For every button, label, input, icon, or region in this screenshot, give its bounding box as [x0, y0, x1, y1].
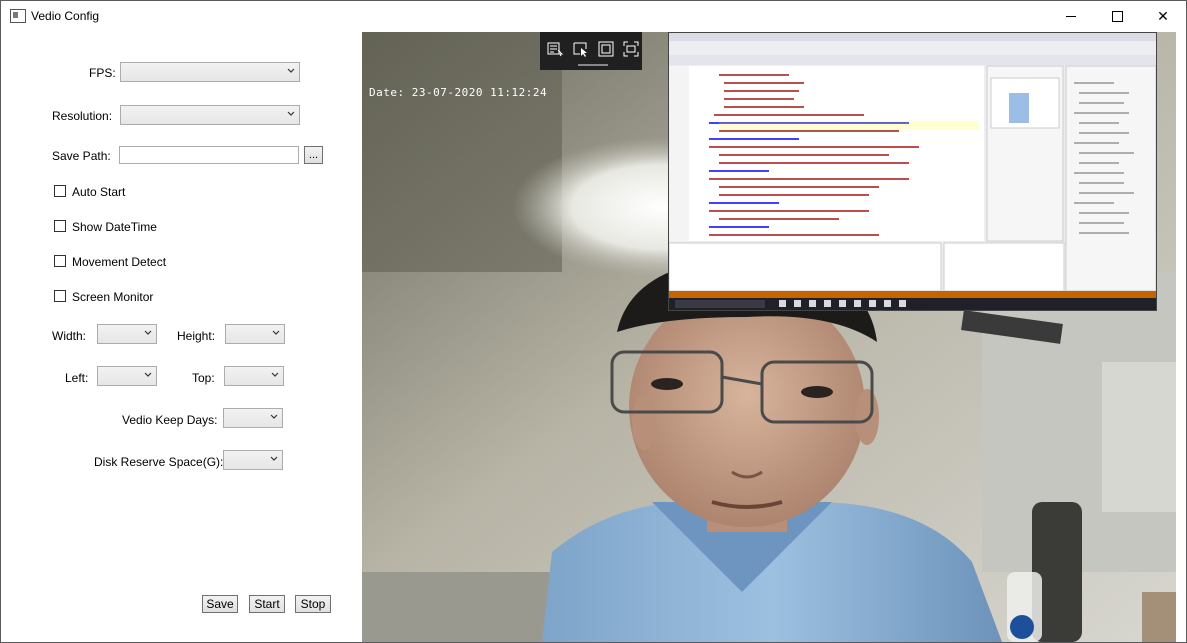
maximize-icon — [1111, 10, 1123, 22]
chevron-down-icon — [144, 372, 152, 377]
screen-capture-overlay — [668, 32, 1157, 311]
height-label: Height: — [177, 329, 216, 343]
chevron-down-icon — [272, 330, 280, 335]
top-select[interactable] — [224, 366, 284, 386]
movement-detect-checkbox[interactable] — [54, 255, 66, 267]
left-label: Left: — [65, 371, 89, 385]
select-region-icon[interactable] — [573, 41, 589, 57]
video-preview: Date: 23-07-2020 11:12:24 — [362, 32, 1176, 642]
movement-detect-label[interactable]: Movement Detect — [72, 255, 166, 269]
close-button[interactable]: ✕ — [1140, 1, 1186, 31]
toolbar-drag-handle[interactable] — [578, 64, 608, 66]
height-select[interactable] — [225, 324, 285, 344]
show-datetime-checkbox[interactable] — [54, 220, 66, 232]
resolution-select[interactable] — [120, 105, 300, 125]
disk-reserve-label: Disk Reserve Space(G): — [94, 455, 224, 469]
app-window-icon — [10, 9, 26, 23]
browse-button[interactable]: ... — [304, 146, 323, 164]
fps-label: FPS: — [89, 66, 116, 80]
keep-days-label: Vedio Keep Days: — [122, 413, 218, 427]
auto-start-checkbox[interactable] — [54, 185, 66, 197]
top-label: Top: — [192, 371, 215, 385]
resolution-label: Resolution: — [52, 109, 113, 123]
app-window: Vedio Config ✕ FPS: Resolution: Save Pat… — [0, 0, 1187, 643]
video-timestamp: Date: 23-07-2020 11:12:24 — [369, 86, 548, 99]
chevron-down-icon — [144, 330, 152, 335]
save-button[interactable]: Save — [202, 595, 238, 613]
start-button[interactable]: Start — [249, 595, 285, 613]
maximize-button[interactable] — [1094, 1, 1140, 31]
auto-start-label[interactable]: Auto Start — [72, 185, 125, 199]
chevron-down-icon — [270, 456, 278, 461]
width-select[interactable] — [97, 324, 157, 344]
close-icon: ✕ — [1157, 7, 1169, 24]
screen-monitor-label[interactable]: Screen Monitor — [72, 290, 153, 304]
fps-select[interactable] — [120, 62, 300, 82]
snip-toolbar — [540, 32, 642, 70]
screen-monitor-checkbox[interactable] — [54, 290, 66, 302]
chevron-down-icon — [270, 414, 278, 419]
save-path-input[interactable] — [119, 146, 299, 164]
minimize-icon — [1066, 15, 1076, 17]
title-bar[interactable]: Vedio Config ✕ — [1, 1, 1186, 31]
chevron-down-icon — [271, 372, 279, 377]
left-select[interactable] — [97, 366, 157, 386]
disk-reserve-select[interactable] — [223, 450, 283, 470]
keep-days-select[interactable] — [223, 408, 283, 428]
save-path-label: Save Path: — [52, 149, 111, 163]
stop-button[interactable]: Stop — [295, 595, 331, 613]
width-label: Width: — [52, 329, 87, 343]
fullscreen-icon[interactable] — [598, 41, 614, 57]
select-window-icon[interactable] — [547, 41, 563, 57]
minimize-button[interactable] — [1048, 1, 1094, 31]
show-datetime-label[interactable]: Show DateTime — [72, 220, 157, 234]
capture-area-icon[interactable] — [623, 41, 639, 57]
chevron-down-icon — [287, 111, 295, 116]
screen-capture-image — [669, 33, 1156, 310]
window-title: Vedio Config — [31, 9, 100, 23]
chevron-down-icon — [287, 68, 295, 73]
